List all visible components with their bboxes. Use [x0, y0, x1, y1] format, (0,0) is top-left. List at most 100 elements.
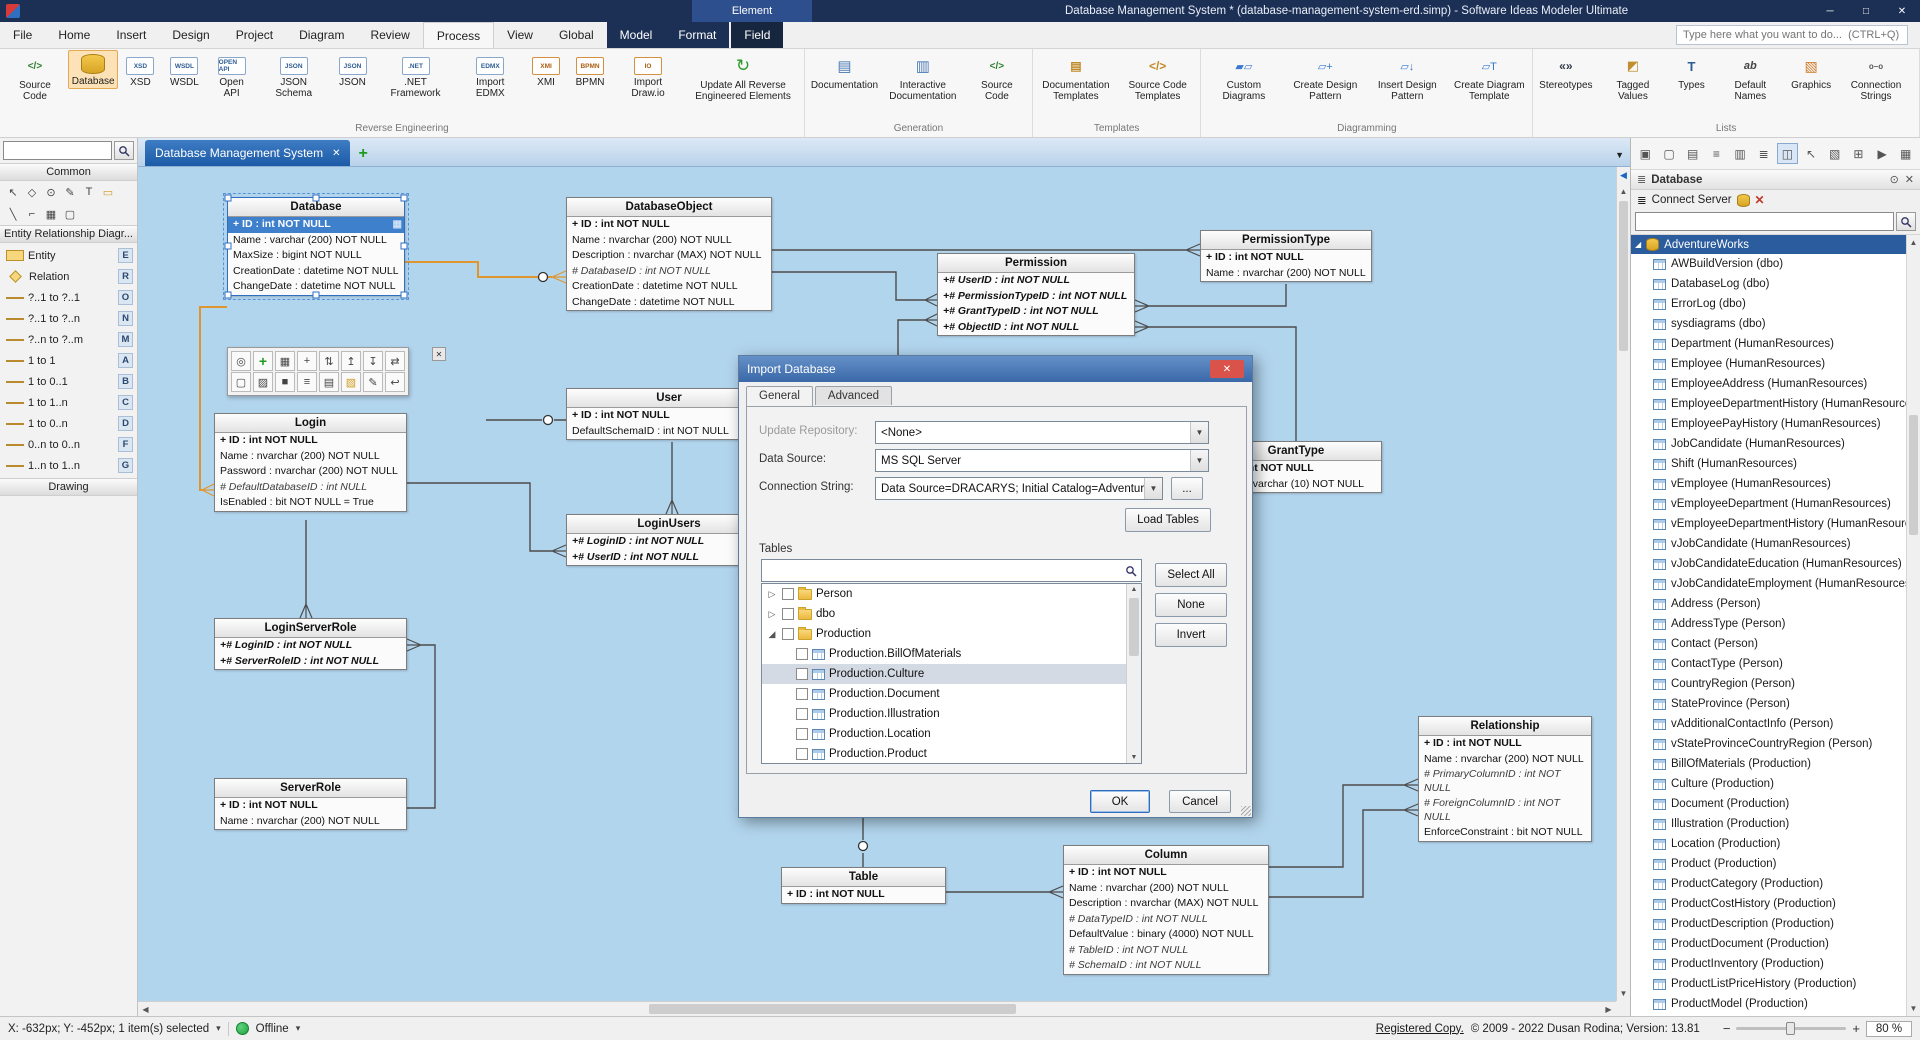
checkbox[interactable]	[796, 668, 808, 680]
entity-attribute[interactable]: Name : nvarchar (200) NOT NULL	[1419, 752, 1591, 768]
tab-advanced[interactable]: Advanced	[815, 386, 892, 405]
ribbon-button-create-design-pattern[interactable]: ▱+Create Design Pattern	[1284, 50, 1366, 104]
mini-edit-icon[interactable]: ✎	[363, 372, 383, 392]
database-table-item[interactable]: EmployeePayHistory (HumanResources)	[1631, 414, 1906, 434]
scrollbar-thumb[interactable]	[1129, 598, 1139, 656]
tool-rectangle-icon[interactable]: ▭	[99, 183, 117, 201]
grid-icon[interactable]: ▦	[1895, 143, 1916, 164]
entity-attribute[interactable]: Password : nvarchar (200) NOT NULL	[215, 464, 406, 480]
collapse-panel-icon[interactable]: ◀	[1617, 170, 1630, 181]
database-table-item[interactable]: vJobCandidateEmployment (HumanResources)	[1631, 574, 1906, 594]
entity-attribute[interactable]: # DefaultDatabaseID : int NULL	[215, 480, 406, 496]
ribbon-tab-review[interactable]: Review	[357, 22, 422, 48]
database-table-item[interactable]: vStateProvinceCountryRegion (Person)	[1631, 734, 1906, 754]
connection-string-input[interactable]: Data Source=DRACARYS; Initial Catalog=Ad…	[875, 477, 1163, 500]
panel-menu-icon[interactable]: ≣	[1637, 173, 1646, 186]
database-table-item[interactable]: sysdiagrams (dbo)	[1631, 314, 1906, 334]
zoom-out-icon[interactable]: −	[1723, 1021, 1731, 1036]
database-table-item[interactable]: Culture (Production)	[1631, 774, 1906, 794]
tab-general[interactable]: General	[746, 386, 813, 406]
mini-align-top-icon[interactable]: ↥	[341, 351, 361, 371]
entity-attribute[interactable]: CreationDate : datetime NOT NULL	[567, 279, 771, 295]
selection-handle[interactable]	[401, 291, 408, 298]
screenshot-icon[interactable]: ▣	[1635, 143, 1656, 164]
browse-button[interactable]: ...	[1171, 477, 1203, 500]
entity-loginserverrole[interactable]: LoginServerRole+# LoginID : int NOT NULL…	[214, 618, 407, 670]
database-table-item[interactable]: JobCandidate (HumanResources)	[1631, 434, 1906, 454]
chevron-down-icon[interactable]: ▾	[216, 1023, 221, 1034]
database-table-item[interactable]: vJobCandidate (HumanResources)	[1631, 534, 1906, 554]
ribbon-button-open-api[interactable]: OPEN APIOpen API	[206, 50, 256, 101]
close-icon[interactable]: ✕	[1210, 360, 1244, 378]
entity-attribute[interactable]: # DatabaseID : int NOT NULL	[567, 264, 771, 280]
ribbon-button-import-draw-io[interactable]: IOImport Draw.io	[612, 50, 684, 101]
entity-attribute[interactable]: + ID : int NOT NULL	[215, 798, 406, 814]
dialog-tree-item[interactable]: Production.Location	[762, 724, 1126, 744]
database-table-item[interactable]: ErrorLog (dbo)	[1631, 294, 1906, 314]
entity-attribute[interactable]: IsEnabled : bit NOT NULL = True	[215, 495, 406, 511]
tool-line-icon[interactable]: ╲	[4, 205, 22, 223]
scrollbar-thumb[interactable]	[1619, 201, 1628, 351]
button-select-all[interactable]: Select All	[1155, 563, 1227, 587]
scrollbar-thumb[interactable]	[1909, 415, 1918, 535]
tables-filter[interactable]	[761, 559, 1142, 582]
entity-attribute[interactable]: + ID : int NOT NULL	[567, 217, 771, 233]
mini-add-icon[interactable]: +	[253, 351, 273, 371]
entity-column[interactable]: Column+ ID : int NOT NULLName : nvarchar…	[1063, 845, 1269, 975]
close-button[interactable]: ✕	[1884, 0, 1920, 22]
mini-fill-black-icon[interactable]: ■	[275, 372, 295, 392]
zoom-slider-thumb[interactable]	[1786, 1022, 1795, 1035]
keyboard-icon[interactable]: ▤	[1682, 143, 1703, 164]
entity-attribute[interactable]: Description : nvarchar (MAX) NOT NULL	[1064, 896, 1268, 912]
database-table-item[interactable]: EmployeeAddress (HumanResources)	[1631, 374, 1906, 394]
palette-icon[interactable]: ▧	[1824, 143, 1845, 164]
disconnect-icon[interactable]: ✕	[1755, 193, 1765, 207]
entity-attribute[interactable]: Name : nvarchar (200) NOT NULL	[1064, 881, 1268, 897]
database-table-item[interactable]: vEmployeeDepartment (HumanResources)	[1631, 494, 1906, 514]
entity-attribute[interactable]: # TableID : int NOT NULL	[1064, 943, 1268, 959]
ribbon-button-documentation-templates[interactable]: ▤Documentation Templates	[1035, 50, 1117, 104]
database-table-item[interactable]: AWBuildVersion (dbo)	[1631, 254, 1906, 274]
scroll-left-icon[interactable]: ◀	[138, 1002, 153, 1016]
ribbon-button-bpmn[interactable]: BPMNBPMN	[568, 50, 612, 90]
tables-filter-input[interactable]	[762, 565, 1121, 577]
palette-item-1-to-0-n[interactable]: 1 to 0..nD	[0, 413, 137, 434]
entity-attribute[interactable]: CreationDate : datetime NOT NULL	[228, 264, 404, 280]
resize-grip[interactable]	[1241, 806, 1251, 816]
ribbon-button-source-code-templates[interactable]: </>Source Code Templates	[1117, 50, 1198, 104]
zoom-slider[interactable]	[1736, 1027, 1846, 1030]
palette-item-0-n-to-0-n[interactable]: 0..n to 0..nF	[0, 434, 137, 455]
database-table-item[interactable]: vEmployee (HumanResources)	[1631, 474, 1906, 494]
selection-handle[interactable]	[225, 243, 232, 250]
ribbon-button-custom-diagrams[interactable]: ▰▱Custom Diagrams	[1203, 50, 1284, 104]
checkbox[interactable]	[796, 688, 808, 700]
database-table-item[interactable]: Location (Production)	[1631, 834, 1906, 854]
database-table-item[interactable]: ProductDocument (Production)	[1631, 934, 1906, 954]
entity-attribute[interactable]: + ID : int NOT NULL▦	[228, 217, 404, 233]
pin-icon[interactable]: ⊙	[1890, 173, 1899, 186]
registered-copy-link[interactable]: Registered Copy.	[1376, 1023, 1464, 1035]
mini-line-style-icon[interactable]: ≡	[297, 372, 317, 392]
palette-item-1-n-to-1-n[interactable]: 1..n to 1..nG	[0, 455, 137, 476]
dialog-tree-item[interactable]: ◢Production	[762, 624, 1126, 644]
scroll-up-icon[interactable]: ▲	[1617, 187, 1630, 196]
ribbon-button-insert-design-pattern[interactable]: ▱↓Insert Design Pattern	[1366, 50, 1448, 104]
selection-handle[interactable]	[225, 195, 232, 202]
scrollbar-thumb[interactable]	[649, 1004, 1016, 1014]
entity-database[interactable]: Database+ ID : int NOT NULL▦Name : varch…	[227, 197, 405, 296]
entity-serverrole[interactable]: ServerRole+ ID : int NOT NULLName : nvar…	[214, 778, 407, 830]
entity-attribute[interactable]: + ID : int NOT NULL	[215, 433, 406, 449]
entity-attribute[interactable]: +# PermissionTypeID : int NOT NULL	[938, 289, 1134, 305]
database-table-item[interactable]: ContactType (Person)	[1631, 654, 1906, 674]
entity-permission[interactable]: Permission+# UserID : int NOT NULL+# Per…	[937, 253, 1135, 336]
database-table-item[interactable]: Product (Production)	[1631, 854, 1906, 874]
ribbon-button-interactive-documentation[interactable]: ▥Interactive Documentation	[882, 50, 964, 104]
entity-attribute[interactable]: # ForeignColumnID : int NOT NULL	[1419, 796, 1591, 825]
cancel-button[interactable]: Cancel	[1169, 790, 1231, 813]
ribbon-button-source-code[interactable]: </>Source Code	[2, 50, 68, 104]
scroll-down-icon[interactable]: ▼	[1127, 754, 1141, 761]
entity-permissiontype[interactable]: PermissionType+ ID : int NOT NULLName : …	[1200, 230, 1372, 282]
pointer-icon[interactable]: ↖	[1801, 143, 1822, 164]
entity-attribute[interactable]: Name : nvarchar (200) NOT NULL	[1201, 266, 1371, 282]
tab-overflow-icon[interactable]: ▼	[1615, 150, 1624, 160]
